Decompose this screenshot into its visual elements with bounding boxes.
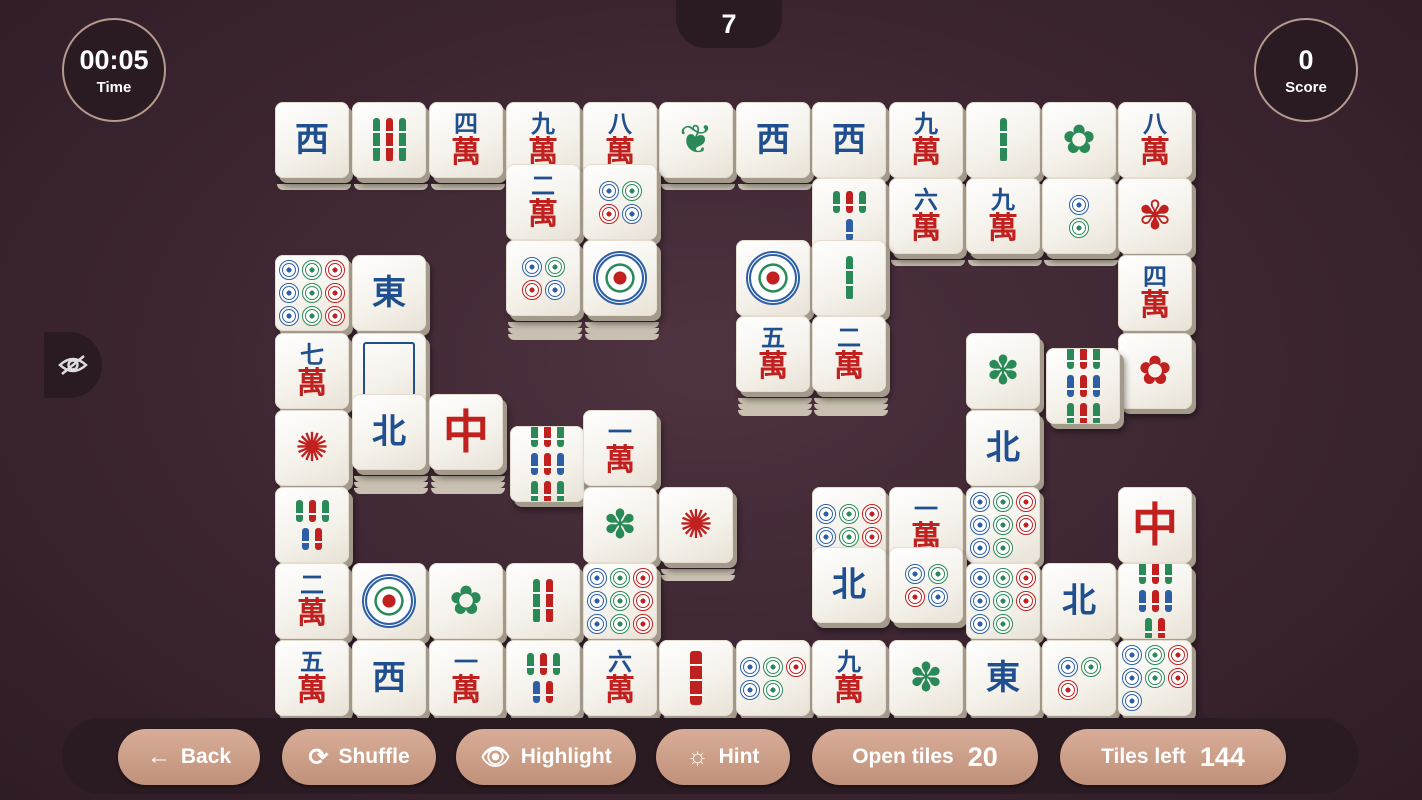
back-label: Back bbox=[180, 745, 232, 768]
mahjong-tile[interactable]: 西 bbox=[352, 640, 430, 720]
mahjong-tile[interactable]: 五萬 bbox=[275, 640, 353, 720]
mahjong-tile[interactable]: ✿ bbox=[1118, 333, 1196, 413]
mahjong-tile[interactable] bbox=[352, 102, 430, 190]
arrow-left-icon: ← bbox=[146, 743, 171, 770]
hint-button[interactable]: ☼ Hint bbox=[656, 729, 790, 785]
mahjong-tile[interactable]: 六萬 bbox=[583, 640, 661, 720]
mahjong-tile[interactable]: ✺ bbox=[275, 410, 353, 490]
open-tiles-value: 20 bbox=[967, 741, 998, 772]
mahjong-tile[interactable]: ✿ bbox=[1042, 102, 1120, 190]
mahjong-tile[interactable]: 中 bbox=[429, 394, 507, 494]
mahjong-board: 西四萬九萬八萬 ❦ 西西九萬 ✿ 八萬二萬六萬九萬 ✾ 四萬東五萬二萬 ✿ 七萬 ✽ ✺ 北中一萬北 ✽… bbox=[0, 0, 1422, 800]
open-tiles-counter: Open tiles 20 bbox=[812, 729, 1038, 785]
mahjong-tile[interactable]: 六萬 bbox=[889, 178, 967, 266]
mahjong-tile[interactable]: 西 bbox=[275, 102, 353, 190]
mahjong-tile[interactable]: 二萬 bbox=[275, 563, 353, 643]
mahjong-tile[interactable] bbox=[275, 487, 353, 567]
mahjong-tile[interactable]: ✽ bbox=[966, 333, 1044, 413]
highlight-button[interactable]: 👁 Highlight bbox=[456, 729, 636, 785]
mahjong-tile[interactable]: 五萬 bbox=[736, 316, 814, 416]
mahjong-tile[interactable] bbox=[275, 255, 353, 335]
shuffle-icon: ⟳ bbox=[308, 743, 329, 771]
mahjong-tile[interactable] bbox=[966, 563, 1044, 643]
mahjong-tile[interactable]: 東 bbox=[352, 255, 430, 335]
mahjong-tile[interactable]: 北 bbox=[812, 547, 890, 627]
mahjong-tile[interactable]: ✽ bbox=[583, 487, 661, 567]
tiles-left-counter: Tiles left 144 bbox=[1060, 729, 1286, 785]
highlight-label: Highlight bbox=[520, 745, 612, 768]
mahjong-tile[interactable]: ❦ bbox=[659, 102, 737, 190]
mahjong-tile[interactable]: 北 bbox=[1042, 563, 1120, 643]
mahjong-tile[interactable] bbox=[966, 102, 1044, 190]
mahjong-tile[interactable] bbox=[736, 640, 814, 720]
mahjong-tile[interactable] bbox=[506, 240, 584, 340]
mahjong-tile[interactable] bbox=[583, 563, 661, 643]
mahjong-tile[interactable]: ✺ bbox=[659, 487, 737, 581]
mahjong-tile[interactable]: 西 bbox=[736, 102, 814, 190]
mahjong-tile[interactable]: 八萬 bbox=[1118, 102, 1196, 182]
mahjong-tile[interactable]: 中 bbox=[1118, 487, 1196, 567]
mahjong-tile[interactable]: 北 bbox=[352, 394, 430, 494]
mahjong-tile[interactable]: 七萬 bbox=[275, 333, 353, 413]
mahjong-tile[interactable]: ✿ bbox=[429, 563, 507, 643]
mahjong-tile[interactable]: 二萬 bbox=[812, 316, 890, 416]
mahjong-tile[interactable] bbox=[1042, 640, 1120, 720]
mahjong-tile[interactable]: ✾ bbox=[1118, 178, 1196, 258]
lightbulb-icon: ☼ bbox=[686, 743, 709, 770]
mahjong-tile[interactable]: 東 bbox=[966, 640, 1044, 720]
tiles-left-value: 144 bbox=[1199, 741, 1245, 772]
mahjong-tile[interactable] bbox=[583, 164, 661, 244]
mahjong-tile[interactable] bbox=[966, 487, 1044, 567]
mahjong-tile[interactable]: 北 bbox=[966, 410, 1044, 490]
back-button[interactable]: ← Back bbox=[118, 729, 260, 785]
mahjong-tile[interactable]: 四萬 bbox=[1118, 255, 1196, 335]
mahjong-tile[interactable] bbox=[506, 563, 584, 643]
mahjong-tile[interactable] bbox=[583, 240, 661, 340]
mahjong-tile[interactable] bbox=[812, 240, 890, 320]
hint-label: Hint bbox=[718, 745, 760, 768]
mahjong-tile[interactable] bbox=[736, 240, 814, 320]
mahjong-tile[interactable] bbox=[659, 640, 737, 720]
mahjong-tile[interactable]: 九萬 bbox=[966, 178, 1044, 266]
shuffle-button[interactable]: ⟳ Shuffle bbox=[282, 729, 436, 785]
mahjong-tile[interactable] bbox=[889, 547, 967, 627]
mahjong-tile[interactable] bbox=[1118, 563, 1196, 643]
mahjong-tile[interactable]: 一萬 bbox=[583, 410, 661, 490]
eye-icon: 👁 bbox=[480, 743, 511, 771]
mahjong-tile[interactable] bbox=[1046, 348, 1124, 428]
mahjong-tile[interactable] bbox=[1118, 640, 1196, 720]
mahjong-tile[interactable]: 一萬 bbox=[429, 640, 507, 720]
mahjong-tile[interactable]: ✽ bbox=[889, 640, 967, 720]
mahjong-tile[interactable] bbox=[1042, 178, 1120, 266]
mahjong-tile[interactable]: 四萬 bbox=[429, 102, 507, 190]
mahjong-tile[interactable] bbox=[510, 426, 588, 506]
tiles-left-label: Tiles left bbox=[1101, 745, 1186, 768]
mahjong-tile[interactable]: 二萬 bbox=[506, 164, 584, 244]
open-tiles-label: Open tiles bbox=[852, 745, 954, 768]
mahjong-tile[interactable] bbox=[506, 640, 584, 720]
mahjong-tile[interactable]: 九萬 bbox=[889, 102, 967, 190]
shuffle-label: Shuffle bbox=[338, 745, 410, 768]
mahjong-tile[interactable] bbox=[352, 563, 430, 643]
mahjong-tile[interactable]: 九萬 bbox=[812, 640, 890, 720]
mahjong-tile[interactable]: 西 bbox=[812, 102, 890, 182]
